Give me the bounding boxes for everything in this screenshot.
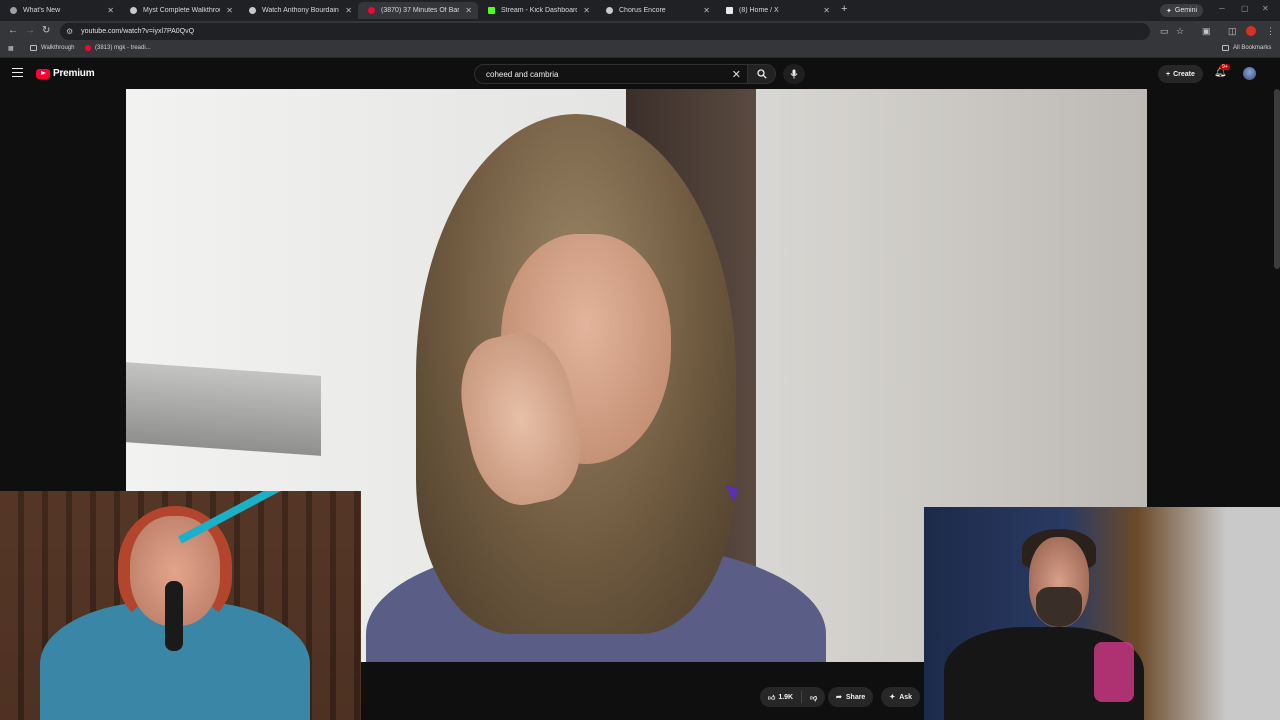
tab-favicon-icon (249, 7, 256, 14)
tab-favicon-icon (10, 7, 17, 14)
thumbs-down-icon: 👎︎ (810, 694, 818, 702)
browser-tab[interactable]: (8) Home / X ✕ (716, 2, 836, 19)
close-tab-icon[interactable]: ✕ (583, 6, 590, 15)
youtube-play-icon (36, 68, 50, 79)
close-tab-icon[interactable]: ✕ (107, 6, 114, 15)
youtube-logo[interactable]: Premium (36, 68, 95, 79)
notifications-button[interactable]: 🔔︎ 9+ (1214, 64, 1230, 78)
close-tab-icon[interactable]: ✕ (823, 6, 830, 15)
logo-text: Premium (53, 68, 95, 79)
video-scene-shelf (126, 362, 321, 456)
youtube-icon (85, 45, 91, 51)
folder-icon (30, 45, 37, 51)
close-tab-icon[interactable]: ✕ (345, 6, 352, 15)
sparkle-icon: ✦ (889, 694, 896, 701)
tab-title: (3870) 37 Minutes Of Barta (381, 7, 460, 14)
share-button[interactable]: ➦ Share (828, 687, 874, 707)
tab-favicon-icon (488, 7, 495, 14)
url-text: youtube.com/watch?v=iyxl7PA0QvQ (81, 28, 195, 35)
browser-tab[interactable]: What's New ✕ (0, 2, 120, 19)
webcam-subject-beard (1036, 587, 1082, 627)
bookmark-label: Walkthrough (41, 45, 75, 51)
tab-favicon-icon (726, 7, 733, 14)
close-tab-icon[interactable]: ✕ (703, 6, 710, 15)
browser-tab-strip: What's New ✕ Myst Complete Walkthrough -… (0, 0, 1280, 21)
search-input[interactable]: coheed and cambria ✕ (474, 64, 748, 84)
browser-tab[interactable]: Stream - Kick Dashboard ✕ (478, 2, 596, 19)
ask-button[interactable]: ✦ Ask (881, 687, 921, 707)
bookmark-star-icon[interactable]: ☆ (1176, 26, 1184, 37)
reload-icon[interactable]: ↻ (42, 25, 50, 36)
bookmark-item[interactable]: (3813) mgk - treadi... (85, 45, 151, 51)
notification-badge: 9+ (1220, 64, 1230, 70)
maximize-icon[interactable]: ▢ (1241, 4, 1249, 13)
new-tab-icon[interactable]: + (841, 3, 847, 15)
like-count: 1.9K (778, 693, 794, 701)
all-bookmarks-label: All Bookmarks (1233, 45, 1272, 51)
browser-tab[interactable]: Myst Complete Walkthrough - ✕ (120, 2, 239, 19)
webcam-overlay-right (924, 507, 1280, 720)
tab-title: (8) Home / X (739, 7, 779, 14)
back-icon[interactable]: ← (8, 25, 18, 36)
page-scrollbar[interactable] (1274, 89, 1280, 269)
extensions-icon[interactable]: ◫ (1228, 26, 1237, 37)
bookmarks-bar: ▦ Walkthrough (3813) mgk - treadi... All… (0, 42, 1280, 58)
clear-search-icon[interactable]: ✕ (732, 68, 741, 81)
voice-search-button[interactable] (783, 64, 805, 84)
browser-tab[interactable]: Chorus Encore ✕ (596, 2, 716, 19)
profile-avatar-icon[interactable] (1246, 26, 1256, 36)
menu-kebab-icon[interactable]: ⋮ (1266, 26, 1275, 37)
close-tab-icon[interactable]: ✕ (465, 6, 472, 15)
plus-icon: + (1166, 70, 1171, 78)
thumbs-up-icon: 👍︎ (768, 694, 776, 702)
tab-title: Stream - Kick Dashboard (501, 7, 578, 14)
address-bar[interactable]: ⚙ youtube.com/watch?v=iyxl7PA0QvQ (60, 23, 1150, 40)
all-bookmarks[interactable]: All Bookmarks (1222, 45, 1271, 51)
webcam-overlay-left (0, 491, 361, 720)
cast-icon[interactable]: ▭ (1160, 26, 1169, 37)
tab-title: What's New (23, 7, 61, 14)
dislike-button[interactable]: 👎︎ (802, 693, 825, 702)
gemini-label: Gemini (1174, 7, 1198, 14)
hamburger-menu-icon[interactable] (12, 68, 23, 77)
create-label: Create (1173, 70, 1195, 78)
search-button[interactable] (748, 64, 776, 84)
search-query: coheed and cambria (486, 69, 559, 79)
close-tab-icon[interactable]: ✕ (226, 6, 233, 15)
minimize-icon[interactable]: ─ (1219, 4, 1225, 13)
search-icon (756, 69, 767, 79)
microphone-icon (790, 69, 798, 79)
tab-title: Chorus Encore (619, 7, 666, 14)
like-dislike-group: 👍︎ 1.9K 👎︎ (760, 687, 826, 707)
tab-favicon-icon (606, 7, 613, 14)
video-subject (366, 114, 826, 662)
action-buttons: ➦ Share ✦ Ask (828, 687, 921, 707)
folder-icon (1222, 45, 1229, 51)
microphone (1094, 642, 1134, 702)
apps-icon[interactable]: ▦ (8, 45, 14, 52)
tab-favicon-icon (130, 7, 137, 14)
tab-title: Myst Complete Walkthrough - (143, 7, 220, 14)
tab-favicon-icon (368, 7, 375, 14)
youtube-header: Premium coheed and cambria ✕ + Create 🔔︎… (0, 59, 1280, 89)
share-icon: ➦ (836, 694, 842, 701)
bookmark-label: (3813) mgk - treadi... (95, 45, 151, 51)
tab-title: Watch Anthony Bourdain's A Co (262, 7, 339, 14)
address-bar-row: ← → ↻ ⚙ youtube.com/watch?v=iyxl7PA0QvQ … (0, 21, 1280, 42)
browser-tab[interactable]: Watch Anthony Bourdain's A Co ✕ (239, 2, 358, 19)
ask-label: Ask (899, 693, 913, 701)
forward-icon[interactable]: → (25, 25, 35, 36)
close-window-icon[interactable]: ✕ (1262, 4, 1269, 13)
microphone (165, 581, 183, 651)
tab-search-icon[interactable]: ▣ (1202, 26, 1211, 37)
share-label: Share (845, 693, 866, 701)
gemini-button[interactable]: ✦ Gemini (1160, 4, 1204, 17)
account-avatar[interactable] (1243, 67, 1256, 80)
sparkle-icon: ✦ (1166, 7, 1172, 15)
like-button[interactable]: 👍︎ 1.9K (760, 691, 803, 703)
bookmark-item[interactable]: Walkthrough (30, 45, 74, 51)
create-button[interactable]: + Create (1158, 65, 1203, 83)
browser-tab-active[interactable]: (3870) 37 Minutes Of Barta ✕ (358, 2, 478, 19)
site-info-icon[interactable]: ⚙ (66, 27, 73, 36)
